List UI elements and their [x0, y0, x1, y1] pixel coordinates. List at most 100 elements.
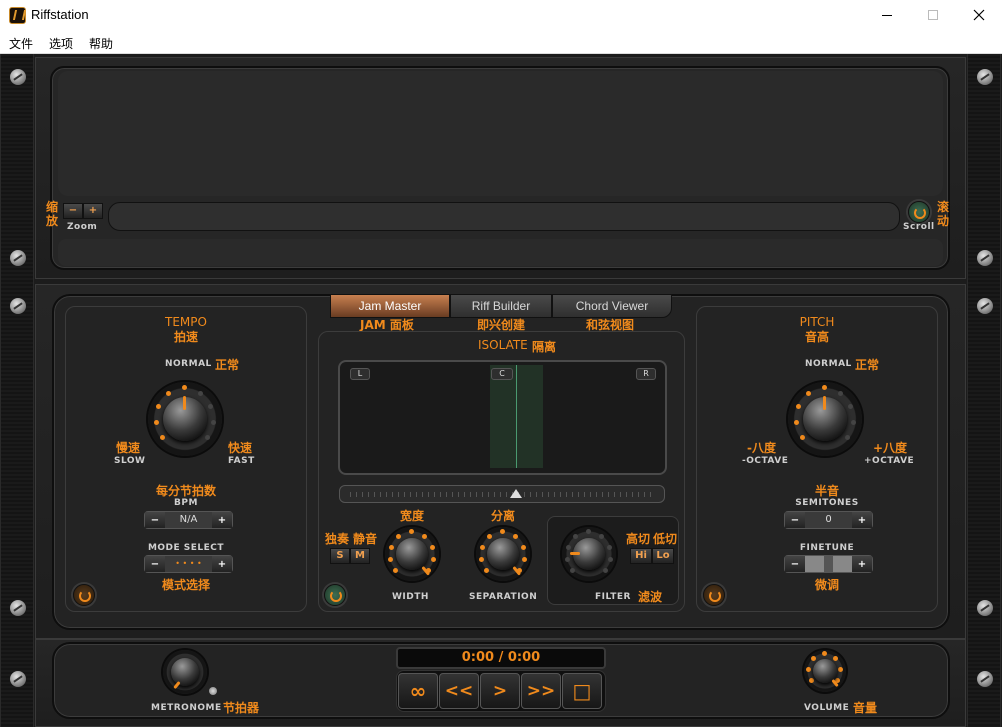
- bpm-stepper[interactable]: − N/A +: [144, 511, 233, 529]
- semitones-stepper[interactable]: − 0 +: [784, 511, 873, 529]
- riffstation-logo-icon: [9, 7, 26, 24]
- minus-octave-label: -OCTAVE: [742, 456, 789, 466]
- menu-help[interactable]: 帮助: [89, 35, 113, 52]
- tempo-power-button[interactable]: [73, 584, 95, 606]
- tempo-normal-cn: 正常: [215, 358, 240, 372]
- stereo-field-display[interactable]: L C R: [338, 360, 667, 475]
- right-marker: R: [636, 368, 656, 380]
- tab-riff-builder[interactable]: Riff Builder: [450, 294, 552, 318]
- metronome-led-icon: [209, 687, 217, 695]
- rewind-button[interactable]: <<: [439, 673, 479, 709]
- zoom-out-button[interactable]: −: [63, 203, 83, 219]
- solo-button[interactable]: S: [330, 548, 350, 564]
- screw-icon: [10, 69, 26, 85]
- tempo-knob[interactable]: [148, 382, 222, 456]
- window-title: Riffstation: [31, 7, 89, 22]
- mode-select-stepper[interactable]: − • • • • +: [144, 555, 233, 573]
- tempo-title: TEMPO: [165, 315, 207, 329]
- pitch-power-button[interactable]: [703, 584, 725, 606]
- semitones-increase-button[interactable]: +: [852, 512, 872, 528]
- screw-icon: [10, 671, 26, 687]
- semitones-decrease-button[interactable]: −: [785, 512, 805, 528]
- solo-cn: 独奏: [325, 532, 350, 546]
- semitones-label: SEMITONES: [795, 498, 859, 508]
- mode-select-cn: 模式选择: [161, 578, 210, 592]
- finetune-slider[interactable]: [805, 556, 852, 572]
- tab-chord-viewer[interactable]: Chord Viewer: [552, 294, 672, 318]
- isolate-power-button[interactable]: [324, 584, 346, 606]
- finetune-label: FINETUNE: [799, 543, 855, 553]
- finetune-stepper[interactable]: − +: [784, 555, 873, 573]
- lo-cut-button[interactable]: Lo: [652, 548, 674, 564]
- finetune-increase-button[interactable]: +: [852, 556, 872, 572]
- plus-octave-cn: +八度: [873, 441, 908, 455]
- minimize-button[interactable]: [864, 0, 910, 30]
- screw-icon: [977, 600, 993, 616]
- separation-knob[interactable]: [476, 527, 530, 581]
- metronome-label: METRONOME: [151, 703, 222, 713]
- filter-knob[interactable]: [562, 527, 616, 581]
- zoom-in-button[interactable]: +: [83, 203, 103, 219]
- separation-label: SEPARATION: [469, 592, 538, 602]
- width-knob[interactable]: [385, 527, 439, 581]
- pan-slider[interactable]: [339, 485, 665, 503]
- right-rail: [967, 54, 1001, 727]
- fast-forward-button[interactable]: >>: [521, 673, 561, 709]
- pitch-knob[interactable]: [788, 382, 862, 456]
- screw-icon: [977, 69, 993, 85]
- mute-button[interactable]: M: [350, 548, 370, 564]
- bpm-increase-button[interactable]: +: [212, 512, 232, 528]
- zoom-cn-label: 缩放: [45, 200, 58, 228]
- finetune-decrease-button[interactable]: −: [785, 556, 805, 572]
- scroll-track[interactable]: [108, 202, 900, 231]
- maximize-button[interactable]: [910, 0, 956, 30]
- center-line: [516, 365, 517, 468]
- left-marker: L: [350, 368, 370, 380]
- left-rail: [0, 54, 34, 727]
- waveform-overview[interactable]: [58, 239, 943, 266]
- minimize-icon: [882, 14, 892, 16]
- tempo-normal-label: NORMAL: [165, 359, 212, 369]
- plus-octave-label: +OCTAVE: [864, 456, 915, 466]
- mode-prev-button[interactable]: −: [145, 556, 165, 572]
- isolate-title: ISOLATE: [478, 338, 528, 352]
- scroll-toggle[interactable]: [908, 201, 930, 223]
- volume-knob[interactable]: [804, 650, 846, 692]
- minus-octave-cn: -八度: [747, 441, 776, 455]
- bpm-label: BPM: [174, 498, 198, 508]
- screw-icon: [977, 298, 993, 314]
- tempo-slow-cn: 慢速: [116, 441, 141, 455]
- hi-cut-cn: 高切: [626, 532, 651, 546]
- menu-options[interactable]: 选项: [49, 35, 73, 52]
- bpm-decrease-button[interactable]: −: [145, 512, 165, 528]
- pan-slider-thumb[interactable]: [510, 489, 522, 498]
- screw-icon: [10, 298, 26, 314]
- mode-next-button[interactable]: +: [212, 556, 232, 572]
- metronome-knob[interactable]: [163, 650, 207, 694]
- close-button[interactable]: [956, 0, 1002, 30]
- volume-cn: 音量: [853, 701, 878, 715]
- center-marker: C: [491, 368, 513, 380]
- loop-button[interactable]: ∞: [398, 673, 438, 709]
- close-icon: [973, 9, 985, 21]
- tab-jam-master[interactable]: Jam Master: [330, 294, 450, 318]
- metronome-cn: 节拍器: [223, 701, 260, 715]
- bpm-cn: 每分节拍数: [155, 484, 216, 498]
- hi-cut-button[interactable]: Hi: [630, 548, 652, 564]
- width-label: WIDTH: [392, 592, 429, 602]
- menu-file[interactable]: 文件: [9, 35, 33, 52]
- play-button[interactable]: >: [480, 673, 520, 709]
- pitch-title-cn: 音高: [804, 330, 829, 344]
- waveform-display[interactable]: [58, 71, 943, 196]
- pitch-title: PITCH: [799, 315, 835, 329]
- mode-select-label: MODE SELECT: [147, 543, 225, 553]
- pitch-normal-label: NORMAL: [805, 359, 852, 369]
- finetune-cn: 微调: [814, 578, 839, 592]
- scroll-label: Scroll: [903, 222, 935, 232]
- time-display: 0:00 / 0:00: [396, 647, 606, 669]
- stop-button[interactable]: □: [562, 673, 602, 709]
- screw-icon: [977, 671, 993, 687]
- tempo-title-cn: 拍速: [173, 330, 198, 344]
- bpm-value: N/A: [165, 512, 212, 528]
- semitones-value: 0: [805, 512, 852, 528]
